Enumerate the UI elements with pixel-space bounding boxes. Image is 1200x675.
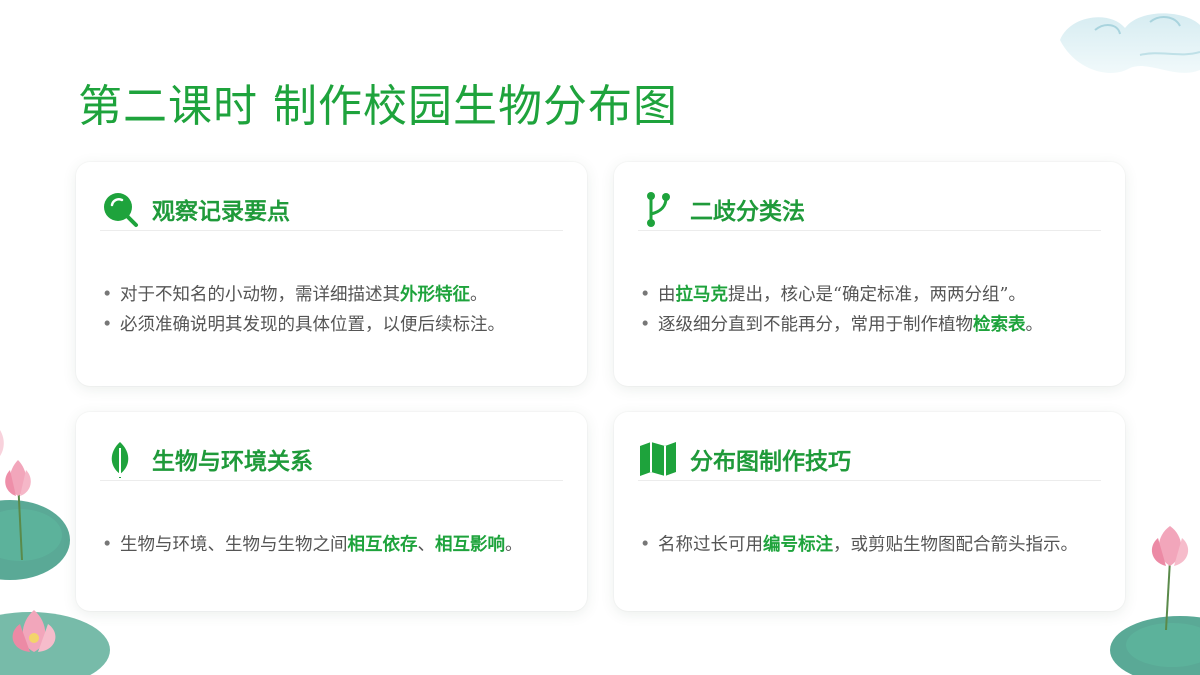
map-icon bbox=[638, 439, 678, 479]
bullet-list: 生物与环境、生物与生物之间相互依存、相互影响。 bbox=[100, 530, 565, 560]
highlight-text: 相互依存 bbox=[347, 535, 418, 555]
highlight-text: 检索表 bbox=[973, 315, 1026, 335]
card-dichotomous: 二歧分类法 由拉马克提出，核心是“确定标准，两两分组”。 逐级细分直到不能再分，… bbox=[614, 162, 1125, 386]
highlight-text: 外形特征 bbox=[400, 285, 470, 305]
card-title: 分布图制作技巧 bbox=[690, 448, 851, 475]
card-map-tips: 分布图制作技巧 名称过长可用编号标注，或剪贴生物图配合箭头指示。 bbox=[614, 412, 1125, 611]
cloud-decoration bbox=[1060, 13, 1200, 73]
highlight-text: 相互影响 bbox=[435, 535, 505, 555]
highlight-text: 拉马克 bbox=[675, 285, 729, 305]
branch-icon bbox=[638, 189, 678, 229]
card-title: 观察记录要点 bbox=[152, 198, 290, 225]
card-header: 生物与环境关系 bbox=[100, 438, 563, 481]
magnifier-icon bbox=[100, 189, 140, 229]
card-title: 生物与环境关系 bbox=[152, 448, 313, 475]
bullet-list: 由拉马克提出，核心是“确定标准，两两分组”。 逐级细分直到不能再分，常用于制作植… bbox=[638, 280, 1103, 340]
card-observation: 观察记录要点 对于不知名的小动物，需详细描述其外形特征。 必须准确说明其发现的具… bbox=[76, 162, 587, 386]
bullet-list: 对于不知名的小动物，需详细描述其外形特征。 必须准确说明其发现的具体位置，以便后… bbox=[100, 280, 565, 340]
bullet-list: 名称过长可用编号标注，或剪贴生物图配合箭头指示。 bbox=[638, 530, 1103, 560]
card-title: 二歧分类法 bbox=[690, 198, 805, 225]
page-title: 第二课时 制作校园生物分布图 bbox=[78, 81, 678, 132]
card-header: 分布图制作技巧 bbox=[638, 438, 1101, 481]
card-header: 观察记录要点 bbox=[100, 188, 563, 231]
card-header: 二歧分类法 bbox=[638, 188, 1101, 231]
list-item: 对于不知名的小动物，需详细描述其外形特征。 bbox=[100, 280, 565, 310]
leaf-icon bbox=[100, 439, 140, 479]
list-item: 名称过长可用编号标注，或剪贴生物图配合箭头指示。 bbox=[638, 530, 1103, 560]
list-item: 逐级细分直到不能再分，常用于制作植物检索表。 bbox=[638, 310, 1103, 340]
card-environment: 生物与环境关系 生物与环境、生物与生物之间相互依存、相互影响。 bbox=[76, 412, 587, 611]
list-item: 必须准确说明其发现的具体位置，以便后续标注。 bbox=[100, 310, 565, 340]
list-item: 由拉马克提出，核心是“确定标准，两两分组”。 bbox=[638, 280, 1103, 310]
list-item: 生物与环境、生物与生物之间相互依存、相互影响。 bbox=[100, 530, 565, 560]
highlight-text: 编号标注 bbox=[763, 535, 833, 555]
